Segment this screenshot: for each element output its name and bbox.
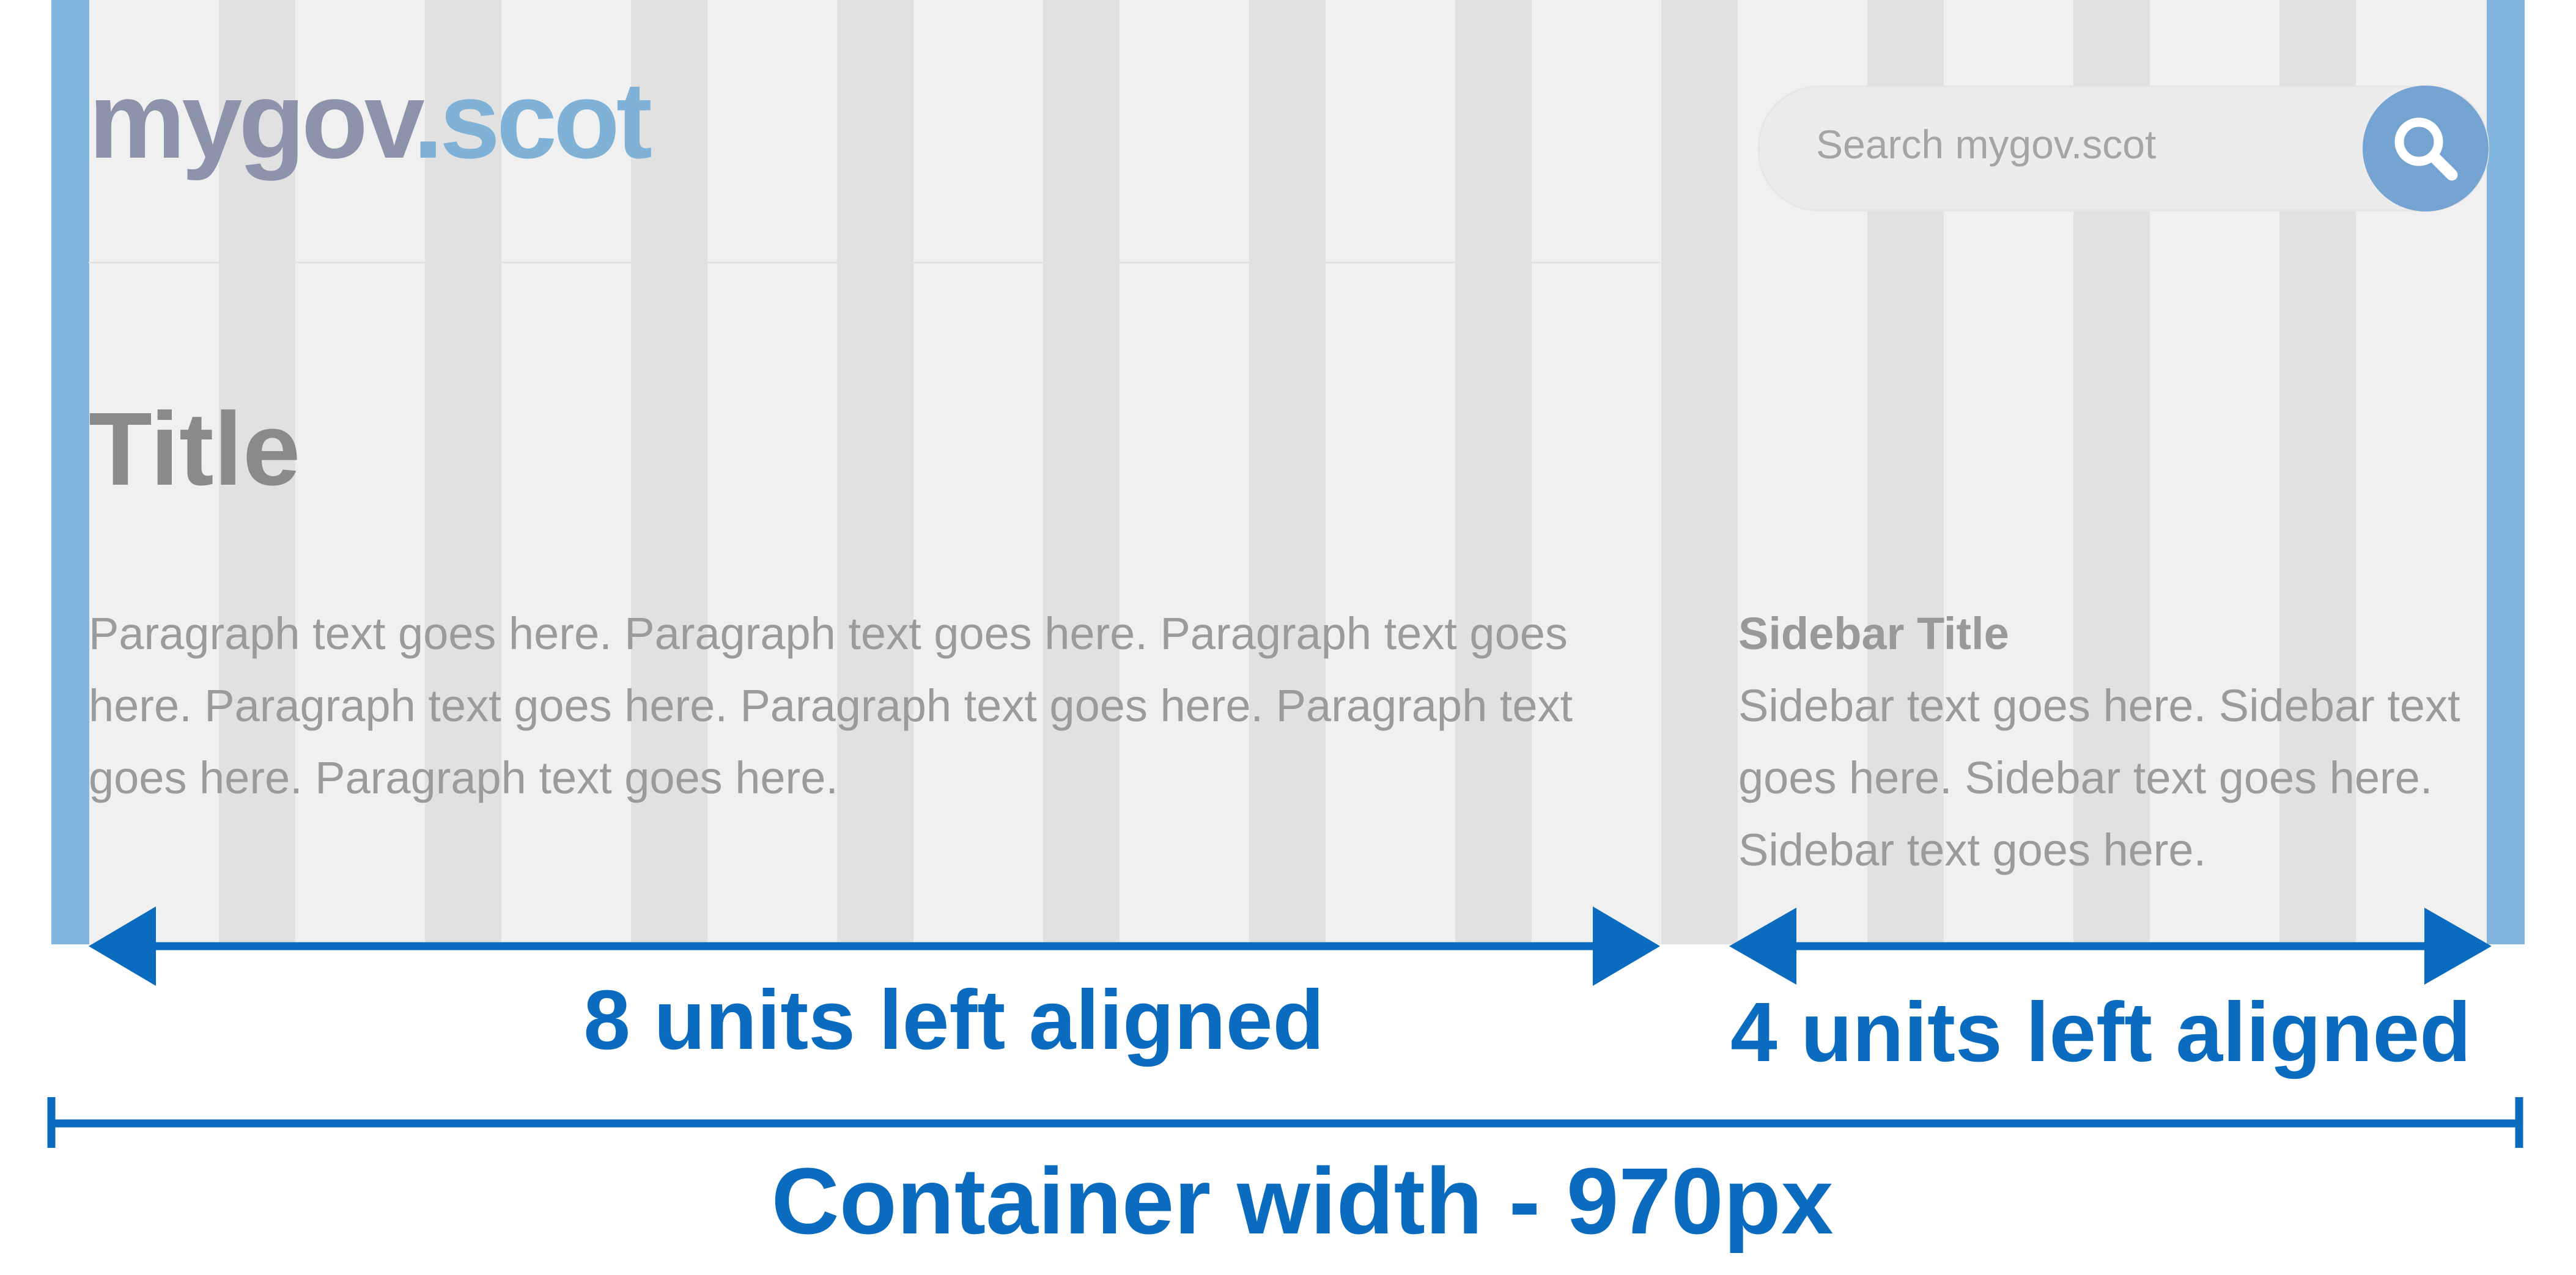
main-span-label: 8 units left aligned — [583, 973, 1324, 1067]
sidebar-span-label: 4 units left aligned — [1730, 985, 2471, 1079]
annotation-layer — [47, 906, 2523, 1148]
container-width-label: Container width - 970px — [771, 1148, 1834, 1254]
sidebar-span-arrow — [1729, 908, 2492, 985]
container-width-dimension — [47, 1097, 2523, 1148]
